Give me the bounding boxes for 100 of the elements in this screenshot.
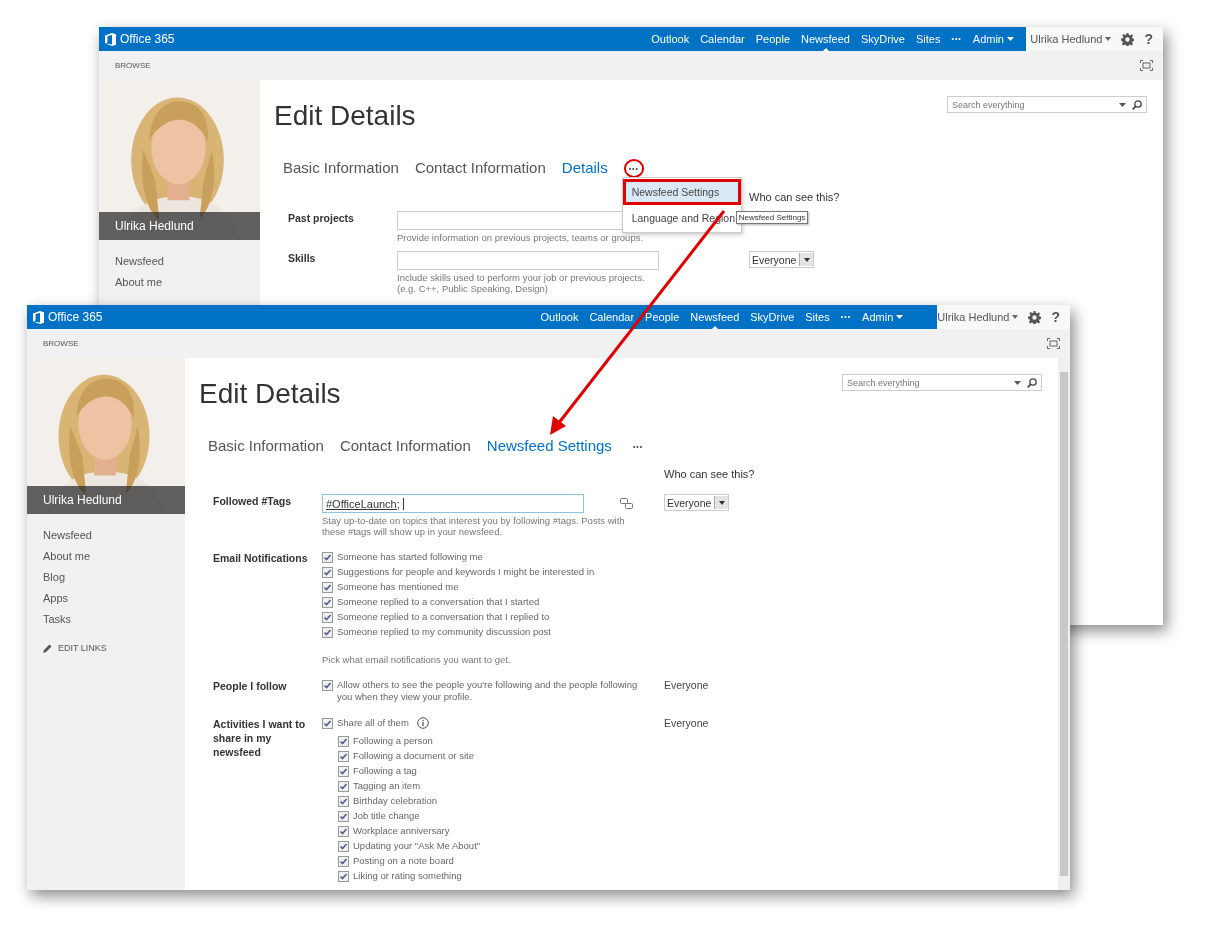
caret-icon[interactable]: [1014, 380, 1021, 385]
search-field[interactable]: Search everything: [842, 374, 1042, 391]
field-hint: Include skills used to perform your job or previous projects. (e.g. C++, Public Speaking, Design): [397, 272, 646, 294]
nav-link[interactable]: Sites: [916, 27, 941, 51]
ribbon-tab[interactable]: BROWSE: [43, 339, 79, 348]
caret-icon[interactable]: [718, 500, 725, 505]
checkbox[interactable]: [338, 736, 349, 747]
checkbox-label: Someone has mentioned me: [337, 581, 459, 593]
caret-icon[interactable]: [803, 257, 810, 262]
sidebar-link[interactable]: Newsfeed: [43, 528, 92, 543]
checkbox[interactable]: [338, 856, 349, 867]
office-logo-icon: [105, 32, 116, 46]
search-field[interactable]: Search everything: [947, 96, 1147, 113]
page-title: Edit Details: [199, 378, 341, 410]
field-label: Activities I want to share in my newsfeed: [213, 717, 307, 759]
ribbon-tab[interactable]: BROWSE: [115, 61, 151, 70]
checkbox-label: Job title change: [353, 810, 420, 822]
checkbox[interactable]: [322, 582, 333, 593]
overlapping-squares-icon[interactable]: [620, 498, 633, 509]
field-hint: Pick what email notifications you want to get.: [322, 654, 512, 665]
edit-links-link[interactable]: EDIT LINKS: [58, 643, 107, 653]
tab[interactable]: Contact Information: [339, 437, 471, 454]
tab[interactable]: Details: [561, 159, 608, 176]
checkbox[interactable]: [322, 597, 333, 608]
field-hint: Provide information on previous projects, teams or groups.: [397, 232, 645, 243]
checkbox[interactable]: [322, 627, 333, 638]
focus-icon[interactable]: [1140, 60, 1153, 71]
caret-icon: [1012, 315, 1019, 319]
tab[interactable]: Basic Information: [208, 437, 324, 454]
checkbox-label: Someone replied to my community discussion post: [337, 626, 551, 638]
info-icon[interactable]: [416, 717, 429, 729]
checkbox[interactable]: [338, 766, 349, 777]
checkbox[interactable]: [322, 680, 333, 691]
column-heading: Who can see this?: [749, 191, 841, 203]
nav-link[interactable]: Admin: [862, 305, 904, 329]
scrollbar[interactable]: [1058, 358, 1070, 890]
text-field[interactable]: [397, 251, 659, 270]
nav-link[interactable]: Calendar: [589, 305, 635, 329]
tab[interactable]: Contact Information: [414, 159, 546, 176]
sidebar-link[interactable]: About me: [43, 549, 91, 564]
help-button[interactable]: ?: [1051, 309, 1060, 325]
caret-icon: [1105, 37, 1112, 41]
checkbox[interactable]: [338, 796, 349, 807]
sidebar-link[interactable]: Newsfeed: [115, 254, 164, 269]
nav-link[interactable]: Newsfeed: [801, 27, 850, 51]
checkbox[interactable]: [338, 751, 349, 762]
menu-item[interactable]: Newsfeed Settings: [622, 179, 741, 205]
nav-link[interactable]: SkyDrive: [750, 305, 795, 329]
checkbox[interactable]: [338, 826, 349, 837]
sidebar-link[interactable]: Blog: [43, 570, 66, 585]
visibility-dropdown[interactable]: Everyone: [664, 494, 730, 511]
field-hint: Stay up-to-date on topics that interest you by following #tags. Posts with these #tags will show up in your newsfeed.: [322, 515, 626, 537]
checkbox-label: Posting on a note board: [353, 855, 454, 867]
visibility-dropdown[interactable]: Everyone: [749, 251, 815, 268]
user-menu[interactable]: Ulrika Hedlund: [937, 311, 1019, 323]
nav-link[interactable]: Admin: [972, 27, 1014, 51]
settings-icon[interactable]: [1028, 310, 1042, 324]
checkbox[interactable]: [338, 811, 349, 822]
nav-link[interactable]: People: [755, 27, 791, 51]
tab[interactable]: Newsfeed Settings: [486, 437, 612, 454]
checkbox-label: Tagging an item: [353, 780, 421, 792]
app-name[interactable]: Office 365: [120, 32, 175, 46]
checkbox-label: Following a tag: [353, 765, 417, 777]
search-icon[interactable]: [1027, 377, 1037, 388]
sidebar-link[interactable]: Apps: [43, 591, 69, 606]
nav-link[interactable]: Outlook: [651, 27, 690, 51]
checkbox[interactable]: [338, 841, 349, 852]
user-menu[interactable]: Ulrika Hedlund: [1030, 33, 1112, 45]
nav-link[interactable]: Sites: [805, 305, 830, 329]
checkbox[interactable]: [322, 718, 333, 729]
nav-link[interactable]: Newsfeed: [690, 305, 740, 329]
caret-icon[interactable]: [1119, 102, 1126, 107]
nav-link[interactable]: Outlook: [540, 305, 579, 329]
visibility-value: Everyone: [664, 679, 710, 691]
tags-field[interactable]: #OfficeLaunch;: [322, 494, 584, 513]
sidebar-link[interactable]: About me: [115, 275, 163, 290]
profile-name: Ulrika Hedlund: [99, 212, 260, 240]
checkbox-label: Someone replied to a conversation that I started: [337, 596, 540, 608]
checkbox-label: Updating your "Ask Me About": [353, 840, 481, 852]
help-button[interactable]: ?: [1144, 31, 1153, 47]
column-heading: Who can see this?: [664, 468, 756, 480]
nav-link[interactable]: People: [645, 305, 680, 329]
app-name[interactable]: Office 365: [48, 310, 103, 324]
caret-icon: [1007, 37, 1014, 41]
visibility-value: Everyone: [664, 717, 710, 729]
focus-icon[interactable]: [1047, 338, 1060, 349]
field-label: Past projects: [288, 211, 355, 225]
checkbox[interactable]: [338, 871, 349, 882]
nav-link[interactable]: SkyDrive: [860, 27, 905, 51]
tab[interactable]: Basic Information: [283, 159, 399, 176]
nav-link[interactable]: Calendar: [700, 27, 745, 51]
checkbox-label: Birthday celebration: [353, 795, 437, 807]
checkbox[interactable]: [322, 552, 333, 563]
sidebar-link[interactable]: Tasks: [43, 612, 72, 627]
checkbox[interactable]: [322, 567, 333, 578]
checkbox[interactable]: [322, 612, 333, 623]
checkbox[interactable]: [338, 781, 349, 792]
settings-icon[interactable]: [1121, 32, 1135, 46]
checkbox-label: Someone has started following me: [337, 551, 483, 563]
search-icon[interactable]: [1132, 99, 1142, 110]
